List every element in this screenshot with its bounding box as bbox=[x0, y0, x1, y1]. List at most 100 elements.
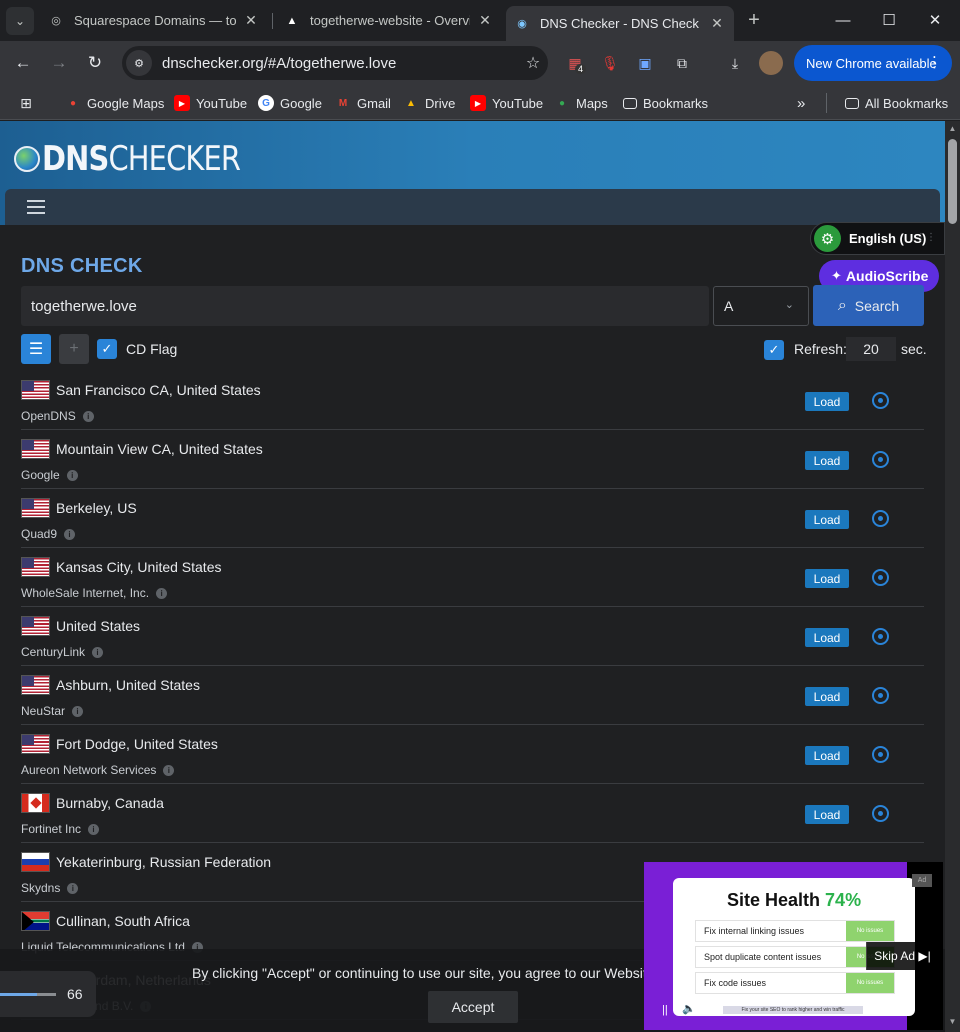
info-icon[interactable]: i bbox=[163, 764, 175, 776]
domain-input[interactable]: togetherwe.love bbox=[21, 286, 709, 326]
maximize-button[interactable]: ☐ bbox=[866, 0, 912, 40]
pause-icon[interactable]: || bbox=[662, 1004, 668, 1016]
close-window-button[interactable]: ✕ bbox=[912, 0, 958, 40]
auto-refresh-checkbox[interactable]: ✓ bbox=[764, 340, 784, 360]
youtube-icon: ▶ bbox=[174, 95, 190, 111]
refresh-value: 20 bbox=[863, 341, 879, 357]
status-pending-icon bbox=[872, 687, 889, 704]
bookmark-google[interactable]: G Google bbox=[258, 93, 322, 113]
ad-close-button[interactable]: Ad bbox=[912, 874, 932, 887]
forward-button[interactable]: → bbox=[45, 49, 73, 77]
sliders-icon: ☰ bbox=[28, 341, 44, 358]
bookmark-star-icon[interactable]: ☆ bbox=[518, 53, 548, 73]
scroll-up-icon[interactable]: ▲ bbox=[948, 124, 957, 133]
calendar-extension-icon[interactable]: ▦ 4 bbox=[563, 51, 587, 75]
ad-item: Spot duplicate content issuesNo issues bbox=[695, 946, 895, 968]
accept-button[interactable]: Accept bbox=[428, 991, 518, 1023]
skip-icon: ▶| bbox=[918, 949, 931, 963]
update-label: New Chrome available bbox=[806, 55, 937, 71]
bookmark-google-maps[interactable]: ● Google Maps bbox=[65, 93, 164, 113]
mute-icon[interactable]: 🔈 bbox=[682, 1002, 696, 1015]
extension-badge: 4 bbox=[575, 64, 587, 74]
chevron-down-icon: ⌄ bbox=[784, 299, 794, 311]
back-button[interactable]: ← bbox=[9, 49, 37, 77]
close-tab-icon[interactable]: ✕ bbox=[242, 12, 260, 29]
server-provider: NeuStar i bbox=[21, 704, 84, 718]
bookmark-drive[interactable]: ▲ Drive bbox=[403, 93, 455, 113]
search-button[interactable]: ⌕ Search bbox=[813, 285, 924, 326]
info-icon[interactable]: i bbox=[88, 823, 100, 835]
plus-icon: + bbox=[69, 340, 79, 357]
checkmark-icon: ✓ bbox=[101, 341, 113, 356]
gear-icon: ⚙ bbox=[814, 225, 841, 252]
info-icon[interactable]: i bbox=[92, 646, 104, 658]
cd-flag-checkbox[interactable]: ✓ bbox=[97, 339, 117, 359]
load-button[interactable]: Load bbox=[805, 628, 849, 647]
load-button[interactable]: Load bbox=[805, 746, 849, 765]
video-ad[interactable]: Site Health 74% Fix internal linking iss… bbox=[644, 862, 943, 1030]
bookmark-folder[interactable]: Bookmarks bbox=[623, 93, 708, 113]
all-bookmarks-button[interactable]: All Bookmarks bbox=[826, 93, 948, 113]
site-settings-icon[interactable]: ⚙ bbox=[126, 50, 152, 76]
info-icon[interactable]: i bbox=[67, 882, 79, 894]
address-bar[interactable]: ⚙ dnschecker.org/#A/togetherwe.love ☆ bbox=[122, 46, 548, 80]
load-button[interactable]: Load bbox=[805, 510, 849, 529]
info-icon[interactable]: i bbox=[156, 587, 168, 599]
apps-grid-icon[interactable]: ⊞ bbox=[18, 93, 40, 113]
add-button[interactable]: + bbox=[59, 334, 89, 364]
tab-search-button[interactable]: ⌄ bbox=[6, 7, 34, 35]
server-location: Mountain View CA, United States bbox=[56, 441, 263, 457]
translate-extension-icon[interactable]: ▣ bbox=[633, 51, 657, 75]
bookmark-youtube[interactable]: ▶ YouTube bbox=[174, 93, 247, 113]
info-icon[interactable]: i bbox=[82, 410, 94, 422]
tab-squarespace[interactable]: ◎ Squarespace Domains — toge ✕ bbox=[40, 6, 268, 35]
load-button[interactable]: Load bbox=[805, 805, 849, 824]
all-bookmarks-label: All Bookmarks bbox=[865, 95, 949, 111]
language-switcher[interactable]: ⚙ English (US) ⋮⋮ bbox=[810, 222, 945, 255]
update-chrome-button[interactable]: New Chrome available ⋮ bbox=[794, 45, 952, 81]
dnschecker-logo[interactable]: DNSCHECKER bbox=[14, 139, 275, 179]
vercel-icon: ▲ bbox=[286, 14, 298, 27]
browser-toolbar: ← → ↻ ⚙ dnschecker.org/#A/togetherwe.lov… bbox=[0, 41, 960, 86]
extensions-puzzle-icon[interactable]: ⧉ bbox=[670, 51, 694, 75]
close-tab-icon[interactable]: ✕ bbox=[708, 15, 726, 32]
refresh-label: Refresh: bbox=[794, 341, 847, 357]
refresh-seconds-input[interactable]: 20 bbox=[846, 337, 896, 361]
ca-flag-icon bbox=[21, 793, 50, 813]
record-type-select[interactable]: A ⌄ bbox=[713, 286, 809, 326]
url-text[interactable]: dnschecker.org/#A/togetherwe.love bbox=[162, 55, 518, 72]
bookmarks-overflow-button[interactable]: » bbox=[797, 93, 805, 113]
scrollbar-thumb[interactable] bbox=[948, 139, 957, 224]
settings-sliders-button[interactable]: ☰ bbox=[21, 334, 51, 364]
bookmark-gmail[interactable]: M Gmail bbox=[335, 93, 391, 113]
info-icon[interactable]: i bbox=[66, 469, 78, 481]
page-scrollbar[interactable]: ▲ ▼ bbox=[945, 121, 960, 1032]
profile-avatar[interactable] bbox=[759, 51, 783, 75]
load-button[interactable]: Load bbox=[805, 451, 849, 470]
download-icon[interactable]: ⤓ bbox=[723, 51, 747, 75]
microphone-extension-icon[interactable]: 🎙 bbox=[598, 51, 622, 75]
server-provider: CenturyLink i bbox=[21, 645, 104, 659]
tab-dns-checker[interactable]: ◉ DNS Checker - DNS Check Pro ✕ bbox=[506, 6, 734, 41]
scroll-down-icon[interactable]: ▼ bbox=[948, 1017, 957, 1026]
skip-ad-button[interactable]: Skip Ad ▶| bbox=[866, 942, 938, 970]
tab-vercel[interactable]: ▲ togetherwe-website - Overview ✕ bbox=[276, 6, 502, 35]
bookmark-maps[interactable]: ● Maps bbox=[554, 93, 608, 113]
server-location: Cullinan, South Africa bbox=[56, 913, 190, 929]
server-row: Berkeley, US Quad9 i Load bbox=[21, 489, 924, 548]
reload-button[interactable]: ↻ bbox=[81, 49, 109, 77]
bookmark-youtube-2[interactable]: ▶ YouTube bbox=[470, 93, 543, 113]
volume-fill bbox=[0, 993, 37, 996]
load-button[interactable]: Load bbox=[805, 687, 849, 706]
hamburger-menu-icon[interactable] bbox=[27, 200, 45, 214]
volume-slider[interactable] bbox=[0, 993, 56, 996]
minimize-button[interactable]: — bbox=[820, 0, 866, 40]
info-icon[interactable]: i bbox=[72, 705, 84, 717]
drag-handle-icon[interactable]: ⋮⋮ bbox=[916, 232, 936, 243]
info-icon[interactable]: i bbox=[64, 528, 76, 540]
menu-dots-icon[interactable]: ⋮ bbox=[927, 53, 942, 71]
load-button[interactable]: Load bbox=[805, 569, 849, 588]
load-button[interactable]: Load bbox=[805, 392, 849, 411]
new-tab-button[interactable]: + bbox=[742, 8, 766, 32]
close-tab-icon[interactable]: ✕ bbox=[476, 12, 494, 29]
